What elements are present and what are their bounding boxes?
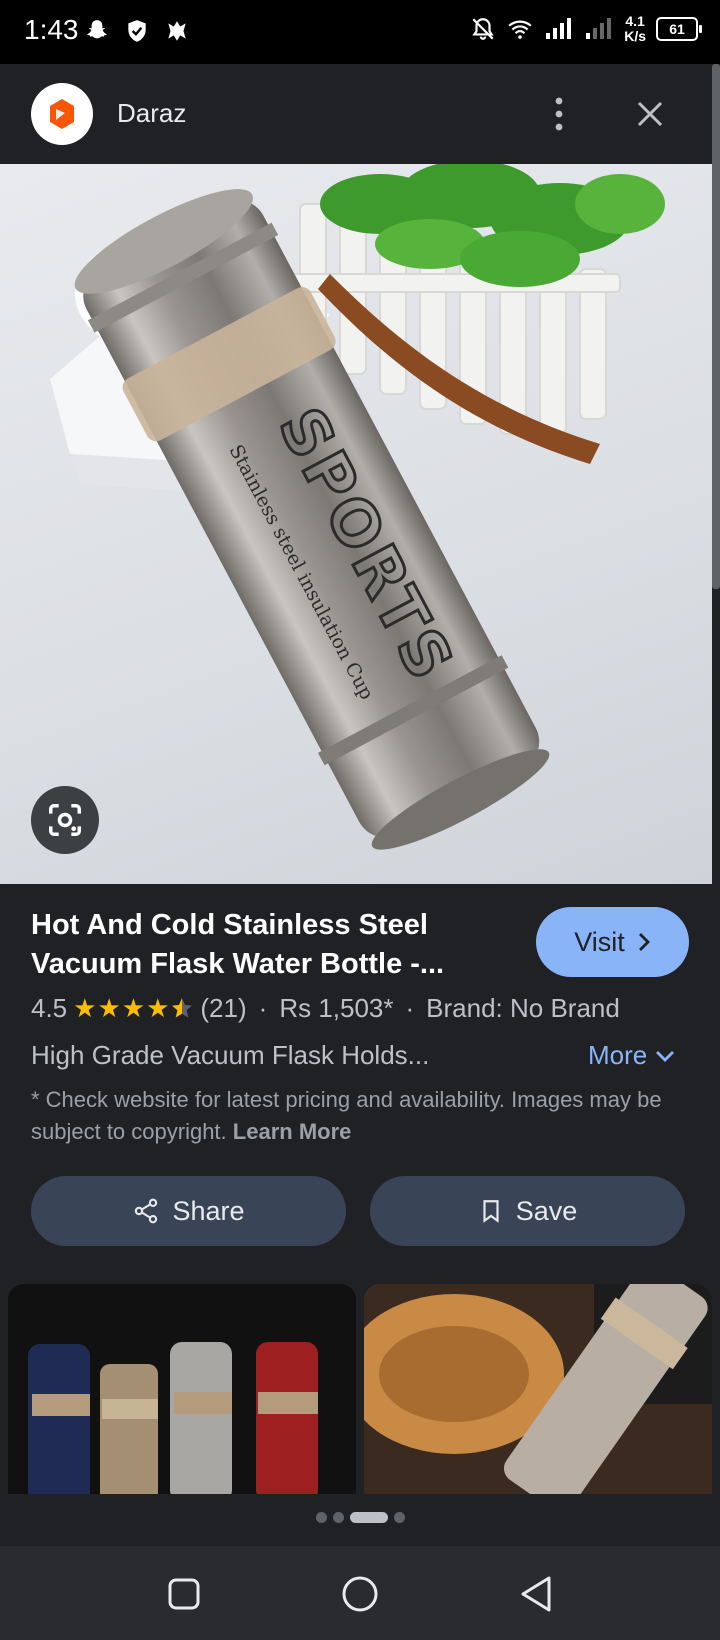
circle-icon — [342, 1576, 378, 1612]
close-icon — [637, 101, 663, 127]
triangle-back-icon — [521, 1576, 551, 1612]
pager-dot-active — [349, 1512, 388, 1523]
disclaimer: * Check website for latest pricing and a… — [31, 1084, 681, 1148]
network-speed-value: 4.1 — [625, 13, 645, 29]
flask-glove-photo — [364, 1284, 712, 1494]
chevron-right-icon — [638, 933, 650, 951]
share-button[interactable]: Share — [31, 1176, 346, 1246]
chevron-down-icon — [656, 1050, 675, 1062]
rating-value: 4.5 — [31, 993, 68, 1023]
flask-lineup-photo — [8, 1284, 356, 1494]
flask-photo: SPORTS Stainless steel insulation Cup — [50, 164, 665, 850]
scrollbar[interactable] — [712, 64, 720, 589]
battery-level: 61 — [669, 21, 685, 37]
app-notification-icon — [168, 21, 186, 41]
lens-icon — [49, 804, 81, 836]
vertical-dots-icon — [555, 97, 563, 131]
related-image-thumbnail[interactable] — [8, 1284, 356, 1494]
visit-button[interactable]: Visit — [536, 907, 689, 977]
network-speed: 4.1 K/s — [624, 14, 646, 44]
share-icon — [135, 1198, 158, 1224]
home-button[interactable] — [332, 1566, 388, 1622]
image-pager — [0, 1512, 720, 1523]
brand: Brand: No Brand — [426, 993, 620, 1023]
related-image-thumbnail[interactable] — [364, 1284, 712, 1494]
battery-icon: 61 — [656, 17, 702, 41]
product-image[interactable]: SPORTS Stainless steel insulation Cup — [0, 164, 712, 884]
learn-more-link[interactable]: Learn More — [233, 1119, 352, 1144]
signal-icon — [546, 18, 572, 39]
visit-label: Visit — [574, 926, 625, 957]
more-options-button[interactable] — [545, 90, 573, 138]
google-lens-button[interactable] — [31, 786, 99, 854]
daraz-logo-icon[interactable] — [31, 83, 93, 145]
notification-icons — [84, 18, 190, 44]
close-button[interactable] — [630, 90, 670, 138]
price: Rs 1,503* — [279, 993, 394, 1023]
separator-dot: · — [405, 993, 415, 1023]
snapchat-icon — [87, 20, 107, 39]
pager-dot — [315, 1512, 327, 1523]
source-header: Daraz — [0, 64, 720, 164]
star-icons: ★★★★ — [73, 993, 171, 1023]
rating-stars: ★★★★ — [73, 993, 194, 1024]
product-description: High Grade Vacuum Flask Holds... — [31, 1040, 430, 1070]
save-button[interactable]: Save — [370, 1176, 685, 1246]
save-label: Save — [515, 1195, 578, 1226]
half-star-icon — [172, 998, 193, 1018]
square-icon — [168, 1578, 200, 1610]
system-indicators: 4.1 K/s 61 — [470, 14, 702, 44]
wifi-icon — [508, 20, 532, 39]
bookmark-icon — [483, 1200, 499, 1223]
site-name[interactable]: Daraz — [117, 98, 186, 129]
system-navigation-bar — [0, 1546, 720, 1640]
product-meta: 4.5 ★★★★ (21) · Rs 1,503* · Brand: No Br… — [31, 993, 620, 1024]
recents-button[interactable] — [156, 1566, 212, 1622]
review-count: (21) — [200, 993, 247, 1023]
back-button[interactable] — [508, 1566, 564, 1622]
status-time: 1:43 — [24, 14, 79, 45]
separator-dot: · — [258, 993, 268, 1023]
status-bar: 1:43 4.1 K/s 61 — [0, 0, 720, 64]
shield-icon — [128, 20, 146, 42]
silent-bell-icon — [472, 18, 494, 40]
pager-dot — [332, 1512, 344, 1523]
share-label: Share — [172, 1195, 245, 1226]
signal-weak-icon — [586, 18, 612, 39]
product-title[interactable]: Hot And Cold Stainless Steel Vacuum Flas… — [31, 906, 511, 984]
network-speed-unit: K/s — [624, 28, 646, 44]
more-button[interactable]: More — [588, 1040, 675, 1071]
more-label: More — [588, 1040, 648, 1070]
pager-dot — [393, 1512, 405, 1523]
